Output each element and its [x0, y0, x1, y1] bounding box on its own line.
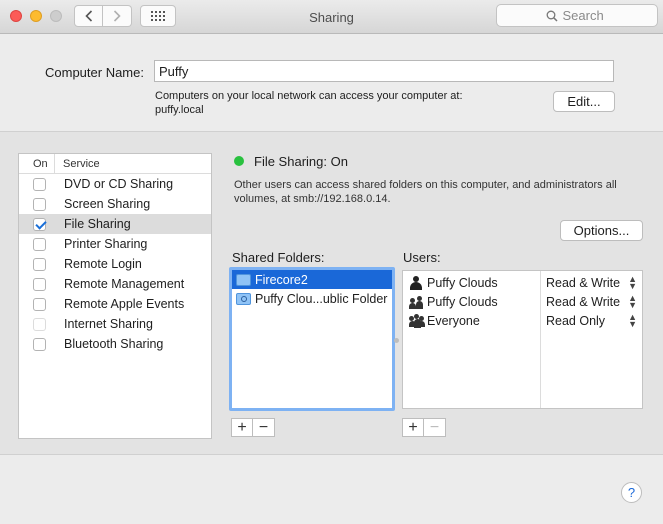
service-checkbox [33, 317, 46, 331]
help-button[interactable]: ? [621, 482, 642, 503]
folder-rows: Firecore2 Puffy Clou...ublic Folder [232, 270, 392, 308]
folder-icon [236, 273, 251, 286]
search-field[interactable] [496, 4, 658, 27]
service-checkbox[interactable] [33, 297, 46, 311]
remove-shared-folder-button[interactable]: − [253, 418, 275, 437]
everyone-icon [409, 313, 425, 328]
service-label: Internet Sharing [64, 317, 153, 331]
status-title: File Sharing: On [254, 154, 348, 169]
service-label: File Sharing [64, 217, 131, 231]
service-row[interactable]: File Sharing [19, 214, 211, 234]
user-name: Puffy Clouds [427, 294, 498, 309]
service-row[interactable]: Printer Sharing [19, 234, 211, 254]
shared-folders-list[interactable]: Firecore2 Puffy Clou...ublic Folder [229, 267, 395, 411]
service-list[interactable]: On Service DVD or CD Sharing Screen Shari… [18, 153, 212, 439]
service-label: Remote Login [64, 257, 142, 271]
users-list[interactable]: Puffy Clouds Read & Write ▲ ▼ Puffy Clouds Re… [402, 270, 643, 409]
status-indicator [234, 156, 244, 166]
service-checkbox[interactable] [33, 177, 46, 191]
service-label: Printer Sharing [64, 237, 148, 251]
service-rows: DVD or CD Sharing Screen Sharing File Shar… [19, 174, 211, 354]
users-label: Users: [403, 250, 441, 265]
service-checkbox[interactable] [33, 257, 46, 271]
user-controls: + − [402, 418, 446, 437]
service-column-header[interactable]: Service [55, 158, 100, 170]
user-row[interactable]: Puffy Clouds Read & Write ▲ ▼ [403, 292, 642, 311]
service-checkbox[interactable] [33, 197, 46, 211]
shared-folder-row[interactable]: Firecore2 [232, 270, 392, 289]
status-description: Other users can access shared folders on… [234, 179, 617, 205]
permission-value: Read & Write [546, 294, 621, 309]
shared-folders-label: Shared Folders: [232, 250, 325, 265]
user-row[interactable]: Everyone Read Only ▲ ▼ [403, 311, 642, 330]
service-checkbox[interactable] [33, 337, 46, 351]
computer-name-label: Computer Name: [45, 65, 144, 80]
computer-name-field[interactable] [154, 60, 614, 82]
service-list-header: On Service [19, 153, 211, 174]
shared-folder-icon [236, 292, 251, 305]
up-down-arrows-icon: ▲ ▼ [628, 292, 637, 310]
service-row[interactable]: Remote Management [19, 274, 211, 294]
on-column-header[interactable]: On [19, 153, 55, 174]
service-row[interactable]: Remote Apple Events [19, 294, 211, 314]
computer-address-description: Computers on your local network can acce… [155, 89, 515, 117]
service-label: Bluetooth Sharing [64, 337, 164, 351]
permission-popup[interactable]: Read & Write ▲ ▼ [546, 273, 642, 292]
title-bar: Sharing [0, 0, 663, 34]
service-label: Remote Management [64, 277, 185, 291]
add-user-button[interactable]: + [402, 418, 424, 437]
shared-folder-name: Firecore2 [255, 272, 308, 287]
permission-value: Read & Write [546, 275, 621, 290]
split-handle[interactable] [394, 338, 399, 343]
address-description-text: Computers on your local network can acce… [155, 90, 463, 102]
service-label: Remote Apple Events [64, 297, 185, 311]
service-checkbox[interactable] [33, 237, 46, 251]
service-label: Screen Sharing [64, 197, 151, 211]
permission-value: Read Only [546, 313, 606, 328]
permission-popup[interactable]: Read Only ▲ ▼ [546, 311, 642, 330]
service-row[interactable]: Screen Sharing [19, 194, 211, 214]
service-checkbox[interactable] [33, 217, 46, 231]
edit-button[interactable]: Edit... [553, 91, 615, 112]
shared-folder-name: Puffy Clou...ublic Folder [255, 291, 388, 306]
permission-popup[interactable]: Read & Write ▲ ▼ [546, 292, 642, 311]
add-shared-folder-button[interactable]: + [231, 418, 253, 437]
user-icon [409, 275, 425, 290]
service-row[interactable]: Bluetooth Sharing [19, 334, 211, 354]
search-icon [546, 10, 558, 22]
search-input[interactable] [562, 8, 609, 23]
remove-user-button[interactable]: − [424, 418, 446, 437]
up-down-arrows-icon: ▲ ▼ [628, 273, 637, 291]
service-checkbox[interactable] [33, 277, 46, 291]
user-row[interactable]: Puffy Clouds Read & Write ▲ ▼ [403, 273, 642, 292]
local-address: puffy.local [155, 104, 204, 116]
service-row[interactable]: Remote Login [19, 254, 211, 274]
group-icon [409, 295, 425, 309]
shared-folder-row[interactable]: Puffy Clou...ublic Folder [232, 289, 392, 308]
shared-folder-controls: + − [231, 418, 275, 437]
service-row[interactable]: DVD or CD Sharing [19, 174, 211, 194]
service-row[interactable]: Internet Sharing [19, 314, 211, 334]
options-button[interactable]: Options... [560, 220, 643, 241]
up-down-arrows-icon: ▲ ▼ [628, 311, 637, 329]
service-label: DVD or CD Sharing [64, 177, 174, 191]
user-name: Everyone [427, 313, 480, 328]
user-name: Puffy Clouds [427, 275, 498, 290]
